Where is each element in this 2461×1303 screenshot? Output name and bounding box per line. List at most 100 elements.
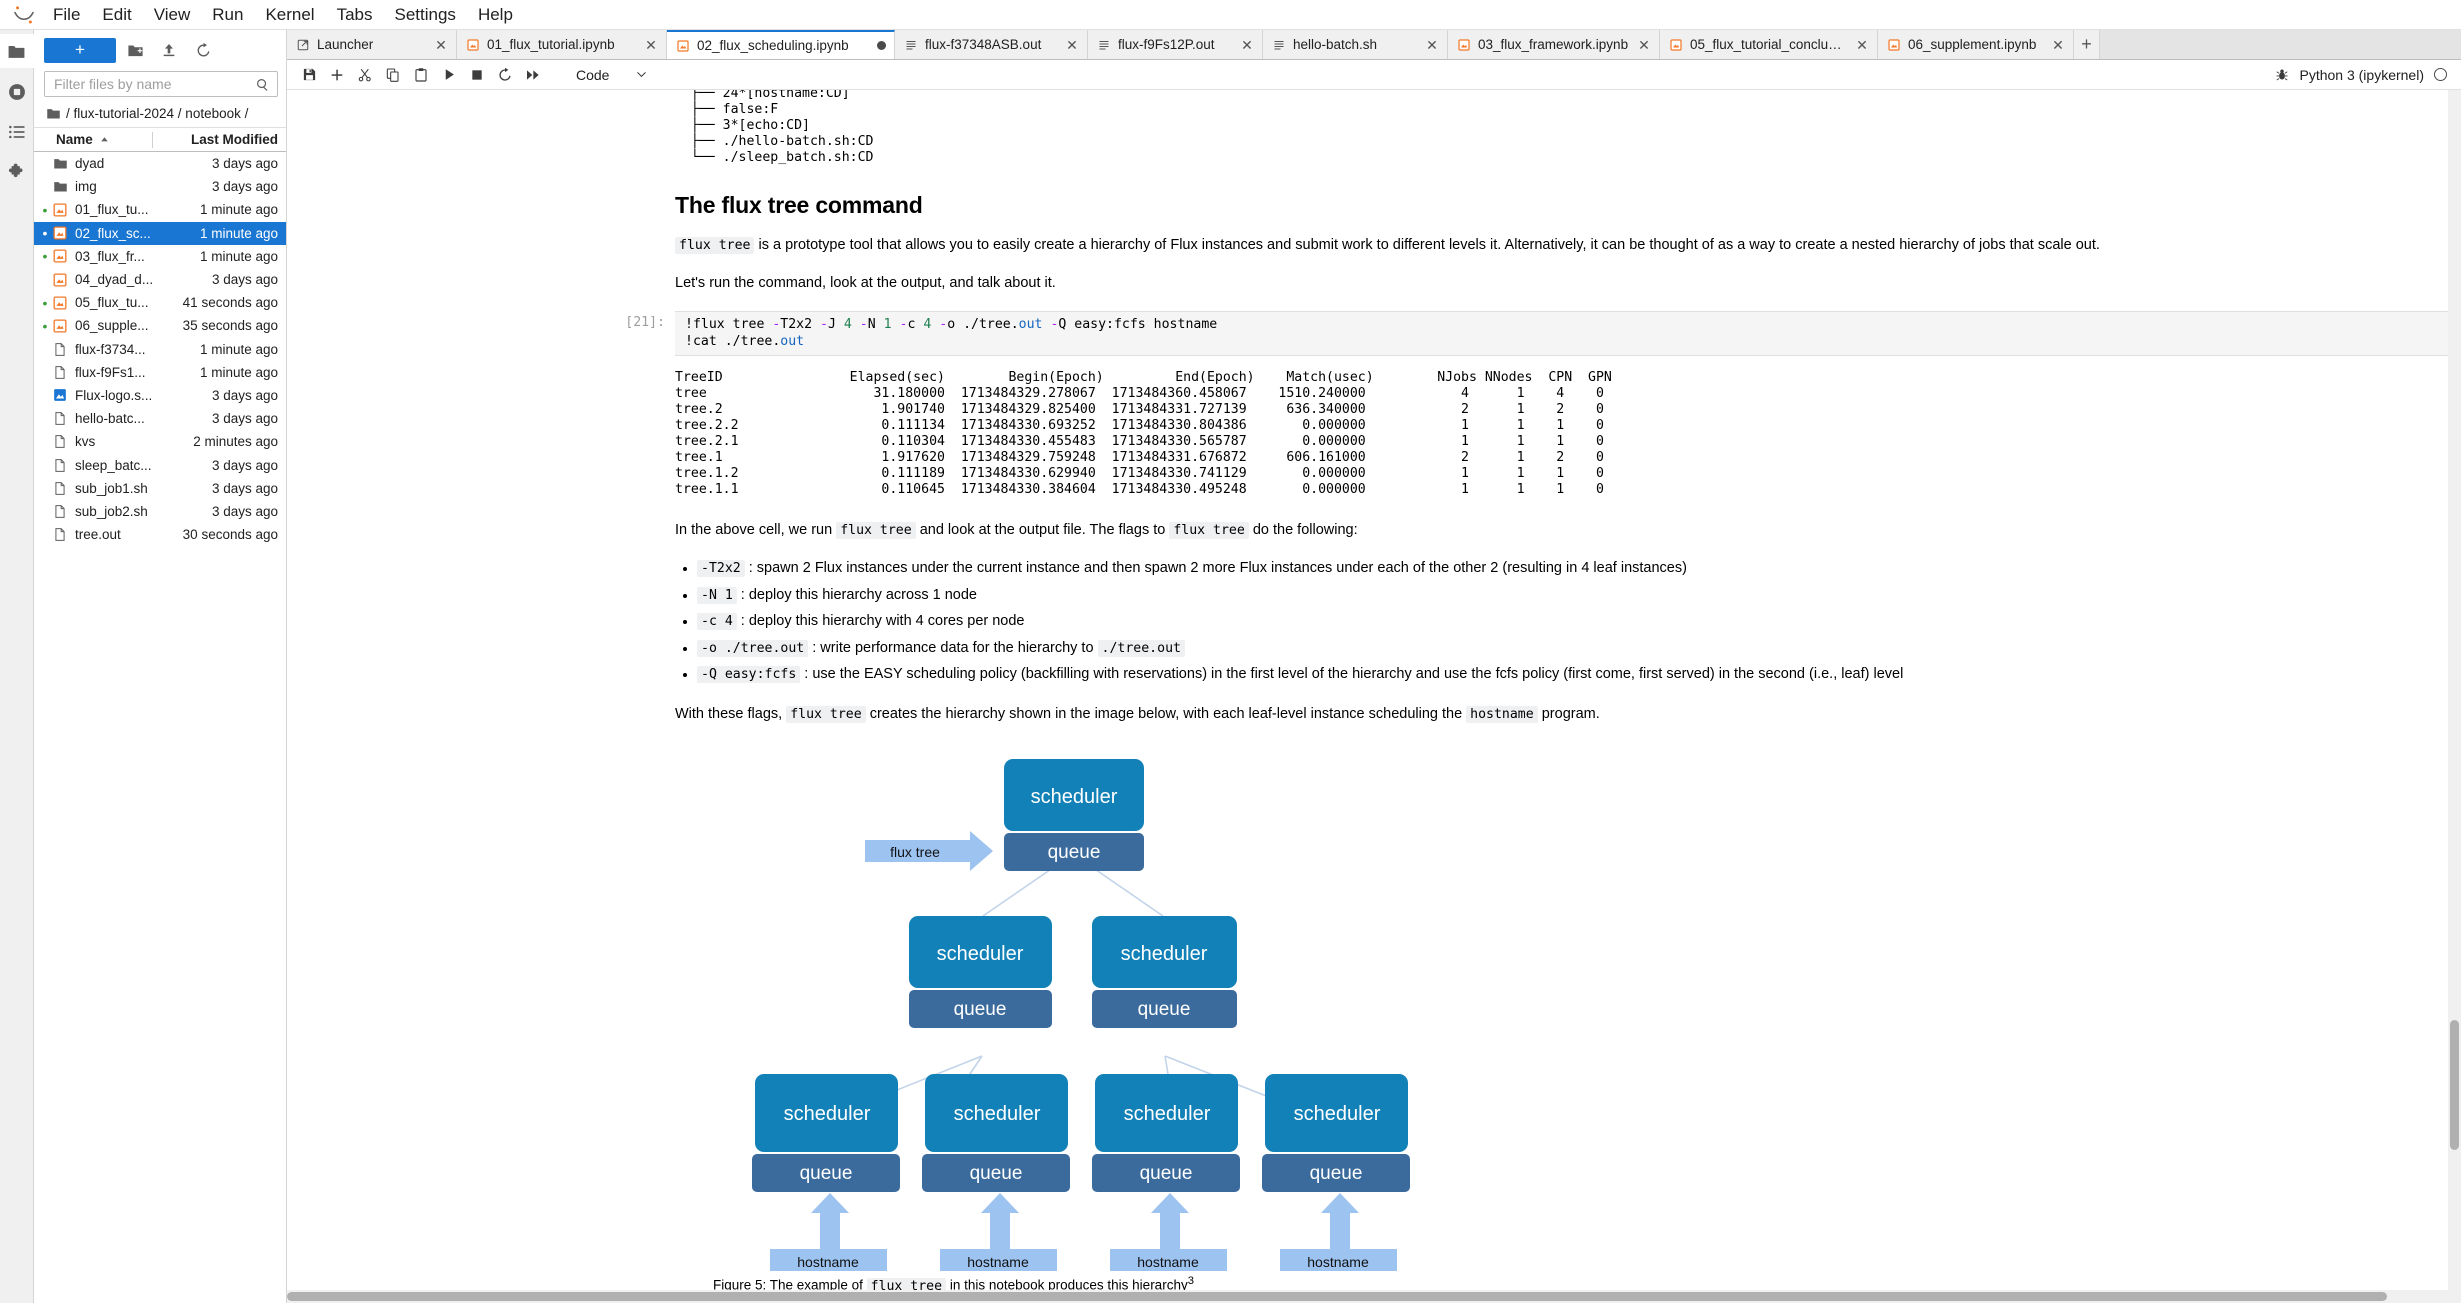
file-icon: [53, 504, 67, 519]
tab-close-icon[interactable]: ✕: [1855, 38, 1869, 52]
file-icon: [53, 481, 67, 496]
tab-bar[interactable]: Launcher✕01_flux_tutorial.ipynb✕02_flux_…: [287, 30, 2461, 60]
image-icon: [53, 388, 67, 402]
file-list-item[interactable]: tree.out30 seconds ago: [34, 523, 286, 546]
tab-06-supplement-ipynb[interactable]: 06_supplement.ipynb✕: [1878, 30, 2074, 59]
breadcrumb[interactable]: / flux-tutorial-2024 / notebook /: [34, 103, 286, 127]
file-list-item[interactable]: •01_flux_tu...1 minute ago: [34, 198, 286, 221]
file-list-header: Name Last Modified: [34, 127, 286, 152]
tab-02-flux-scheduling-ipynb[interactable]: 02_flux_scheduling.ipynb: [667, 30, 895, 59]
play-icon: [442, 67, 457, 82]
tab-close-icon[interactable]: ✕: [1425, 38, 1439, 52]
file-list[interactable]: dyad3 days agoimg3 days ago•01_flux_tu..…: [34, 152, 286, 1303]
notebook-icon: [1888, 39, 1900, 51]
hostname-label: hostname: [1307, 1254, 1369, 1270]
run-button[interactable]: [435, 63, 463, 87]
cut-button[interactable]: [351, 63, 379, 87]
cell-editor[interactable]: !flux tree -T2x2 -J 4 -N 1 -c 4 -o ./tre…: [675, 311, 2461, 356]
column-header-name[interactable]: Name: [56, 132, 152, 147]
menu-tabs[interactable]: Tabs: [326, 2, 384, 27]
tab-close-icon[interactable]: ✕: [644, 38, 658, 52]
column-divider: [152, 132, 153, 148]
sidebar-item-file-browser[interactable]: [0, 34, 34, 68]
tab-close-icon[interactable]: ✕: [1240, 38, 1254, 52]
tab-01-flux-tutorial-ipynb[interactable]: 01_flux_tutorial.ipynb✕: [457, 30, 667, 59]
file-filter-box[interactable]: [44, 71, 278, 97]
inline-code-flux-tree: flux tree: [675, 237, 754, 254]
new-launcher-button[interactable]: +: [44, 38, 116, 63]
filter-files-input[interactable]: [52, 75, 255, 93]
save-button[interactable]: [295, 63, 323, 87]
new-tab-button[interactable]: +: [2074, 30, 2100, 59]
save-icon: [302, 67, 317, 82]
file-list-item[interactable]: 04_dyad_d...3 days ago: [34, 268, 286, 291]
paste-button[interactable]: [407, 63, 435, 87]
file-list-item[interactable]: sub_job1.sh3 days ago: [34, 477, 286, 500]
vertical-scrollbar[interactable]: [2448, 90, 2461, 1303]
menu-edit[interactable]: Edit: [91, 2, 142, 27]
file-list-item[interactable]: hello-batc...3 days ago: [34, 407, 286, 430]
file-list-item[interactable]: dyad3 days ago: [34, 152, 286, 175]
file-list-item[interactable]: sleep_batc...3 days ago: [34, 453, 286, 476]
horizontal-scrollbar[interactable]: [287, 1290, 2448, 1303]
tab-close-icon[interactable]: ✕: [1065, 38, 1079, 52]
tab-03-flux-framework-ipynb[interactable]: 03_flux_framework.ipynb✕: [1448, 30, 1660, 59]
stop-button[interactable]: [463, 63, 491, 87]
tab-label: Launcher: [317, 37, 426, 52]
sidebar-item-extension-manager[interactable]: [0, 152, 34, 192]
tab-close-icon[interactable]: ✕: [2051, 38, 2065, 52]
file-list-item[interactable]: img3 days ago: [34, 175, 286, 198]
kernel-status-area[interactable]: Python 3 (ipykernel): [2275, 67, 2461, 83]
tab-05-flux-tutorial-conclusion[interactable]: 05_flux_tutorial_conclusion✕: [1660, 30, 1878, 59]
bug-debug-icon[interactable]: [2275, 68, 2289, 82]
tab-close-icon[interactable]: ✕: [1637, 38, 1651, 52]
restart-and-run-all-button[interactable]: [519, 63, 547, 87]
scrollbar-thumb[interactable]: [287, 1292, 2387, 1301]
cell-type-select[interactable]: Code: [569, 64, 655, 86]
file-list-item[interactable]: •05_flux_tu...41 seconds ago: [34, 291, 286, 314]
tab-launcher[interactable]: Launcher ✕: [287, 30, 457, 59]
lets-run-paragraph: Let's run the command, look at the outpu…: [675, 273, 2311, 295]
file-list-item[interactable]: kvs2 minutes ago: [34, 430, 286, 453]
menu-help[interactable]: Help: [467, 2, 524, 27]
insert-cell-button[interactable]: [323, 63, 351, 87]
restart-kernel-button[interactable]: [491, 63, 519, 87]
tab-flux-f9fs12p-out[interactable]: flux-f9Fs12P.out✕: [1088, 30, 1263, 59]
notebook-scroll-area[interactable]: ├── 24*[hostname:CD] ├── false:F ├── 3*[…: [287, 90, 2461, 1303]
menu-settings[interactable]: Settings: [384, 2, 467, 27]
file-list-item[interactable]: sub_job2.sh3 days ago: [34, 500, 286, 523]
menu-kernel[interactable]: Kernel: [254, 2, 325, 27]
file-name: 02_flux_sc...: [75, 226, 200, 241]
file-name: kvs: [75, 434, 193, 449]
list-item: -c 4 : deploy this hierarchy with 4 core…: [697, 610, 2311, 632]
menu-run[interactable]: Run: [201, 2, 254, 27]
list-item: -N 1 : deploy this hierarchy across 1 no…: [697, 584, 2311, 606]
code-cell[interactable]: [21]: !flux tree -T2x2 -J 4 -N 1 -c 4 -o…: [287, 311, 2461, 356]
column-header-modified[interactable]: Last Modified: [163, 132, 278, 147]
queue-label: queue: [1138, 999, 1191, 1020]
file-list-item[interactable]: •06_supple...35 seconds ago: [34, 314, 286, 337]
scrollbar-thumb[interactable]: [2450, 1020, 2459, 1150]
flux-tree-arrow-label: flux tree: [890, 844, 940, 860]
tab-flux-f37348asb-out[interactable]: flux-f37348ASB.out✕: [895, 30, 1088, 59]
copy-button[interactable]: [379, 63, 407, 87]
tab-hello-batch-sh[interactable]: hello-batch.sh✕: [1263, 30, 1448, 59]
tab-dirty-indicator[interactable]: [877, 41, 886, 50]
file-list-item[interactable]: •03_flux_fr...1 minute ago: [34, 245, 286, 268]
new-folder-button[interactable]: [120, 37, 150, 63]
menu-view[interactable]: View: [143, 2, 202, 27]
refresh-button[interactable]: [188, 37, 218, 63]
sidebar-item-table-of-contents[interactable]: [0, 112, 34, 152]
file-list-item[interactable]: Flux-logo.s...3 days ago: [34, 384, 286, 407]
menu-file[interactable]: File: [42, 2, 91, 27]
file-list-item[interactable]: •02_flux_sc...1 minute ago: [34, 222, 286, 245]
tab-close-icon[interactable]: ✕: [434, 38, 448, 52]
running-indicator: •: [40, 203, 50, 217]
upload-button[interactable]: [154, 37, 184, 63]
hierarchy-diagram: scheduler queue flux tree scheduler queu…: [287, 751, 1887, 1271]
file-modified: 3 days ago: [212, 411, 278, 426]
file-list-item[interactable]: flux-f3734...1 minute ago: [34, 338, 286, 361]
file-list-item[interactable]: flux-f9Fs1...1 minute ago: [34, 361, 286, 384]
flux-tree-arrow: flux tree: [865, 831, 993, 871]
sidebar-item-running-terminals[interactable]: [0, 72, 34, 112]
